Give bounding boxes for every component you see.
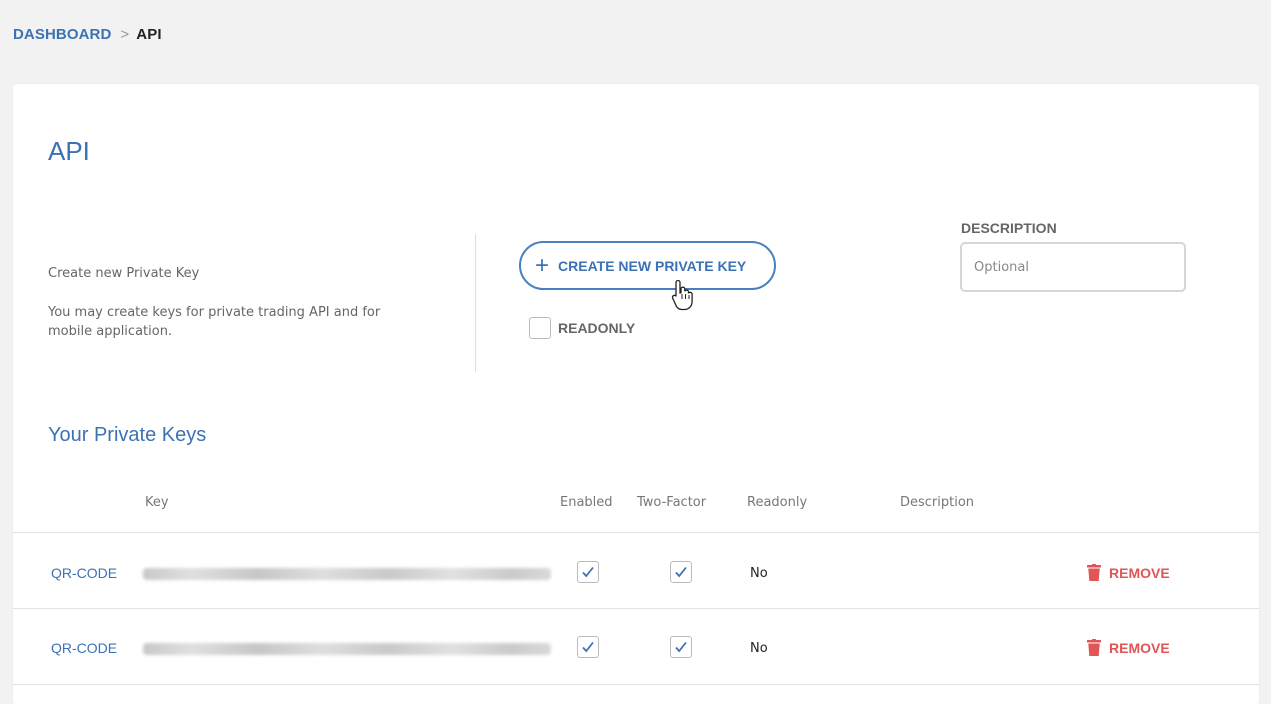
plus-icon: + [535,251,550,279]
readonly-value: No [750,641,768,656]
qr-code-link[interactable]: QR-CODE [51,565,117,581]
row-divider [13,608,1259,609]
enabled-checkbox[interactable] [577,636,599,658]
breadcrumb-separator: > [120,26,130,43]
api-card: API Create new Private Key You may creat… [13,84,1259,704]
column-header-enabled: Enabled [560,495,613,510]
breadcrumb-current: API [136,26,162,43]
enabled-checkbox[interactable] [577,561,599,583]
private-key-value [143,643,551,655]
checkmark-icon [582,641,594,653]
two-factor-checkbox[interactable] [670,561,692,583]
remove-label: REMOVE [1109,564,1170,581]
readonly-option: READONLY [529,317,635,339]
column-header-two-factor: Two-Factor [637,495,707,510]
breadcrumb-dashboard-link[interactable]: DASHBOARD [13,26,111,43]
column-header-key: Key [145,495,169,510]
create-button-label: CREATE NEW PRIVATE KEY [558,257,747,274]
remove-key-button[interactable]: REMOVE [1087,564,1170,581]
table-header-divider [13,532,1259,533]
readonly-value: No [750,566,768,581]
create-key-title: Create new Private Key [48,266,200,281]
description-input[interactable] [960,242,1186,292]
column-header-readonly: Readonly [747,495,808,510]
remove-label: REMOVE [1109,639,1170,656]
checkmark-icon [582,566,594,578]
private-keys-title: Your Private Keys [48,424,207,446]
qr-code-link[interactable]: QR-CODE [51,640,117,656]
hand-cursor-icon [671,279,693,311]
row-divider [13,684,1259,685]
page-title: API [48,136,90,166]
column-header-description: Description [900,495,975,510]
trash-icon [1087,564,1101,581]
two-factor-checkbox[interactable] [670,636,692,658]
breadcrumb: DASHBOARD > API [13,26,162,43]
checkmark-icon [675,641,687,653]
create-new-private-key-button[interactable]: + CREATE NEW PRIVATE KEY [519,241,776,290]
create-key-description: You may create keys for private trading … [48,305,381,339]
private-key-value [143,568,551,580]
trash-icon [1087,639,1101,656]
readonly-checkbox[interactable] [529,317,551,339]
description-label: DESCRIPTION [961,220,1057,236]
section-divider [475,234,476,372]
remove-key-button[interactable]: REMOVE [1087,639,1170,656]
checkmark-icon [675,566,687,578]
readonly-label: READONLY [558,320,636,336]
